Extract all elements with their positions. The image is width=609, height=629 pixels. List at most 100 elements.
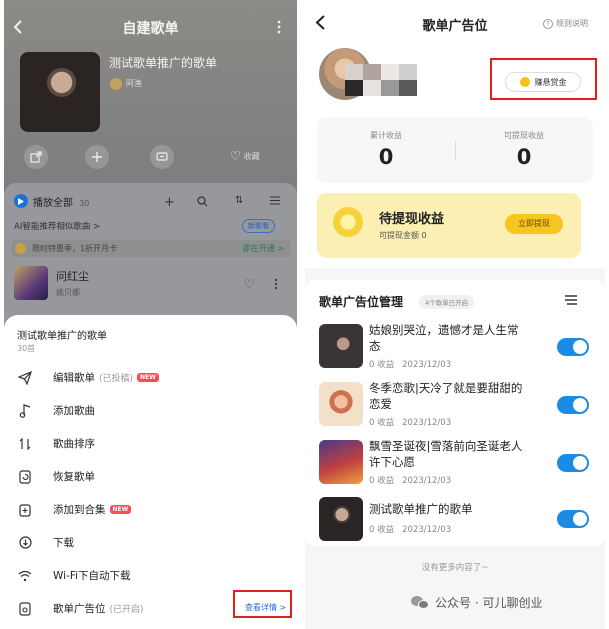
add-icon[interactable] <box>85 145 109 169</box>
username-mosaic <box>345 64 417 96</box>
menu-sub: (已投稿) <box>99 374 134 384</box>
sort-icon <box>17 436 33 452</box>
vip-banner-button[interactable]: 即在开通 > <box>243 243 284 254</box>
manage-badge: 4个歌单已开启 <box>419 295 475 309</box>
menu-label: 恢复歌单 <box>53 471 95 483</box>
menu-sub: (已开启) <box>109 605 144 615</box>
playlist-meta: 0 收益 2023/12/03 <box>369 358 451 370</box>
ad-toggle-switch[interactable] <box>557 510 589 528</box>
filter-icon[interactable] <box>565 294 577 306</box>
play-all-icon[interactable] <box>14 194 28 208</box>
rules-link[interactable]: ? 规则说明 <box>543 18 588 29</box>
right-phone-screen: 歌单广告位 ? 规则说明 赚悬赏金 累计收益 0 可提现收益 0 待提现收益 可… <box>305 0 605 629</box>
sort-list-icon[interactable]: ⇅ <box>235 195 243 206</box>
wechat-icon <box>411 595 429 610</box>
playlist-cover <box>319 497 363 541</box>
song-more-icon[interactable] <box>274 278 278 290</box>
playlist-income: 0 收益 <box>369 418 395 428</box>
ai-recommend-button[interactable]: 新歌看 <box>242 219 275 233</box>
view-details-link[interactable]: 查看详情 > <box>245 602 286 613</box>
total-income-label: 累计收益 <box>370 131 402 140</box>
playlist-title: 测试歌单推广的歌单 <box>109 56 218 70</box>
play-all-label: 播放全部 <box>33 198 73 209</box>
playlist-title: 测试歌单推广的歌单 <box>369 502 473 516</box>
share-icon[interactable] <box>24 145 48 169</box>
action-sheet: 测试歌单推广的歌单 30首 编辑歌单 (已投稿) NEW 添加歌曲 歌曲排序 恢… <box>4 315 297 629</box>
menu-label: Wi-Fi下自动下载 <box>53 570 131 582</box>
comment-icon[interactable] <box>150 145 174 169</box>
playlist-title: 飘雪圣诞夜|雪落前向圣诞老人许下心愿 <box>369 439 523 469</box>
menu-edit-playlist[interactable]: 编辑歌单 (已投稿) NEW <box>4 361 297 394</box>
earn-bounty-button[interactable]: 赚悬赏金 <box>505 72 581 92</box>
pending-title: 待提现收益 <box>379 212 445 227</box>
play-all-button[interactable]: 播放全部 30 <box>33 194 89 209</box>
menu-add-song[interactable]: 添加歌曲 <box>4 394 297 427</box>
vip-banner[interactable]: 限时特惠季，1折开月卡 即在开通 > <box>12 240 290 257</box>
playlist-cover <box>319 382 363 426</box>
withdrawable-income-label: 可提现收益 <box>504 131 544 140</box>
download-icon <box>17 535 33 551</box>
menu-label: 编辑歌单 <box>53 372 95 384</box>
playlist-income: 0 收益 <box>369 476 395 486</box>
pending-withdrawal-card: 待提现收益 可提现金额 0 立即提现 <box>317 193 581 258</box>
menu-add-to-collection[interactable]: 添加到合集 NEW <box>4 493 297 526</box>
music-note-icon <box>17 403 33 419</box>
playlist-date: 2023/12/03 <box>402 476 452 486</box>
ad-toggle-switch[interactable] <box>557 454 589 472</box>
playlist-meta: 0 收益 2023/12/03 <box>369 523 451 535</box>
menu-label: 添加到合集 <box>53 504 106 516</box>
collect-label: 收藏 <box>243 151 260 161</box>
ad-toggle-switch[interactable] <box>557 396 589 414</box>
wifi-icon <box>17 568 33 584</box>
watermark: 公众号 · 可儿聊创业 <box>411 594 542 611</box>
playlist-cover <box>20 52 100 132</box>
list-add-icon[interactable]: + <box>164 195 175 210</box>
restore-icon <box>17 469 33 485</box>
collect-button[interactable]: ♡ 收藏 <box>230 149 260 163</box>
owner-avatar[interactable] <box>110 78 122 90</box>
more-icon[interactable] <box>277 20 281 34</box>
song-title[interactable]: 问红尘 <box>56 268 89 284</box>
ad-toggle-switch[interactable] <box>557 338 589 356</box>
coin-icon <box>519 77 530 87</box>
play-all-count: 30 <box>79 199 90 208</box>
ad-playlist-row[interactable]: 飘雪圣诞夜|雪落前向圣诞老人许下心愿 0 收益 2023/12/03 <box>319 436 589 488</box>
money-bag-icon <box>333 207 363 237</box>
ad-playlist-row[interactable]: 测试歌单推广的歌单 0 收益 2023/12/03 <box>319 493 589 545</box>
vip-banner-text: 限时特惠季，1折开月卡 <box>32 244 118 253</box>
search-icon[interactable] <box>197 196 208 207</box>
song-heart-icon[interactable]: ♡ <box>244 277 255 291</box>
menu-restore-playlist[interactable]: 恢复歌单 <box>4 460 297 493</box>
owner-name[interactable]: 阿渔 <box>126 78 142 89</box>
menu-label: 下载 <box>53 537 74 549</box>
playlist-cover <box>319 324 363 368</box>
ai-recommend-banner[interactable]: AI智能推荐相似歌曲 > <box>14 220 100 232</box>
send-icon <box>17 370 33 386</box>
song-cover <box>14 266 48 300</box>
playlist-meta: 0 收益 2023/12/03 <box>369 474 451 486</box>
playlist-title: 姑娘别哭泣，遗憾才是人生常态 <box>369 323 519 353</box>
playlist-title: 冬季恋歌|天冷了就是要甜甜的恋爱 <box>369 381 523 411</box>
left-phone-screen: 自建歌单 测试歌单推广的歌单 阿渔 ♡ 收藏 播放全部 30 + ⇅ AI智能推… <box>4 0 297 629</box>
playlist-income: 0 收益 <box>369 360 395 370</box>
new-badge: NEW <box>137 373 159 382</box>
withdrawable-income-value: 0 <box>516 145 532 169</box>
vip-icon <box>15 243 26 254</box>
menu-wifi-auto-download[interactable]: Wi-Fi下自动下载 <box>4 559 297 592</box>
withdraw-button[interactable]: 立即提现 <box>505 214 563 234</box>
song-artist: 姚贝娜 <box>56 288 80 297</box>
pending-sub: 可提现金额 0 <box>379 231 427 240</box>
new-badge: NEW <box>109 505 132 514</box>
ad-playlist-row[interactable]: 冬季恋歌|天冷了就是要甜甜的恋爱 0 收益 2023/12/03 <box>319 378 589 430</box>
heart-icon: ♡ <box>230 149 241 163</box>
earnings-stats-card: 累计收益 0 可提现收益 0 <box>317 117 593 183</box>
ad-playlist-row[interactable]: 姑娘别哭泣，遗憾才是人生常态 0 收益 2023/12/03 <box>319 320 589 372</box>
list-menu-icon[interactable] <box>270 196 280 205</box>
add-collection-icon <box>17 502 33 518</box>
menu-label: 歌单广告位 <box>53 603 106 615</box>
manage-title: 歌单广告位管理 <box>319 295 404 309</box>
no-more-content: 没有更多内容了~ <box>421 563 489 573</box>
menu-sort-songs[interactable]: 歌曲排序 <box>4 427 297 460</box>
sheet-title: 测试歌单推广的歌单 <box>17 331 107 342</box>
menu-download[interactable]: 下载 <box>4 526 297 559</box>
